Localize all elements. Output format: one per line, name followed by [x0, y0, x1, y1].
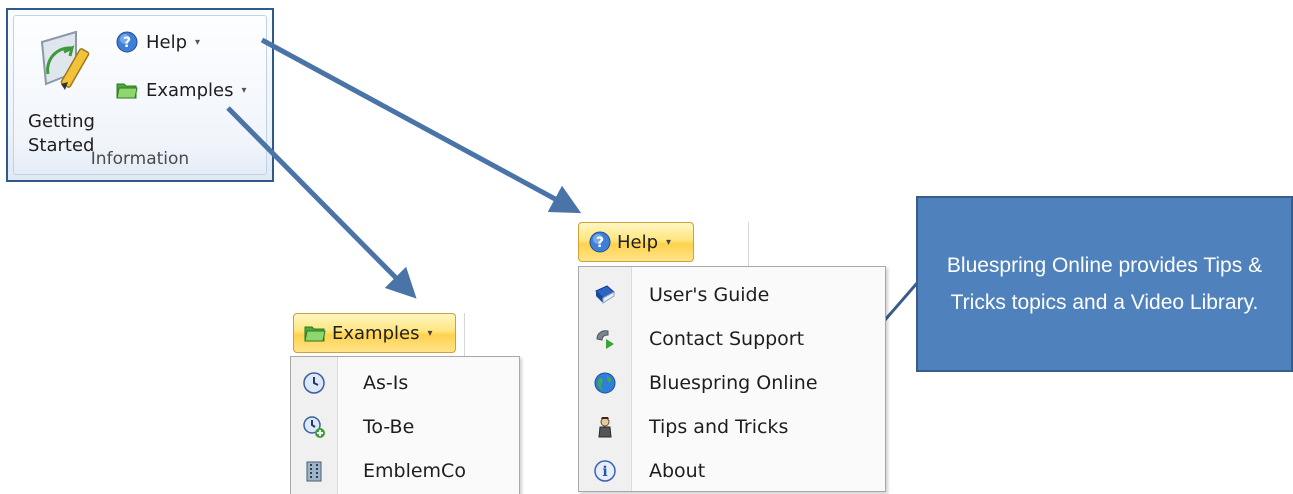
phone-icon: [596, 330, 614, 349]
menu-item-as-is[interactable]: As-Is: [291, 361, 519, 405]
examples-dropdown-menu: As-Is To-Be EmblemCo: [290, 356, 520, 494]
menu-item-contact-support[interactable]: Contact Support: [579, 317, 885, 361]
callout-text: Bluespring Online provides Tips & Tricks…: [946, 254, 1263, 314]
menu-item-label: Contact Support: [649, 328, 805, 350]
examples-ribbon-button[interactable]: Examples ▾: [116, 76, 247, 104]
chevron-down-icon: ▾: [427, 327, 433, 339]
menu-item-label: EmblemCo: [363, 460, 466, 482]
help-icon: ?: [116, 31, 138, 53]
folder-icon: [304, 326, 326, 342]
ribbon-separator: [464, 313, 465, 357]
person-icon: [598, 417, 612, 438]
building-icon: [306, 461, 322, 482]
ribbon-group-body: Getting Started ? Help ▾ Examples ▾ Info…: [13, 15, 267, 175]
menu-item-label: As-Is: [363, 372, 409, 394]
folder-icon: [116, 83, 138, 99]
menu-item-label: Bluespring Online: [649, 372, 818, 394]
help-menu-button-label: Help: [617, 231, 659, 253]
arrow-to-help-menu: [260, 37, 582, 214]
menu-item-label: User's Guide: [649, 284, 770, 306]
ribbon-group-information: Getting Started ? Help ▾ Examples ▾ Info…: [6, 8, 274, 182]
help-icon: ?: [589, 231, 611, 253]
svg-text:?: ?: [123, 35, 131, 51]
menu-item-to-be[interactable]: To-Be: [291, 405, 519, 449]
group-label: Information: [90, 149, 190, 169]
chevron-down-icon: ▾: [241, 84, 247, 96]
examples-ribbon-label: Examples: [146, 79, 234, 101]
ribbon-separator: [748, 222, 749, 266]
examples-menu-button-label: Examples: [332, 322, 420, 344]
callout-box: Bluespring Online provides Tips & Tricks…: [916, 196, 1293, 372]
clock-icon: [303, 372, 325, 394]
help-menu-button[interactable]: ? Help ▾: [578, 222, 694, 262]
menu-item-label: Tips and Tricks: [649, 416, 789, 438]
menu-item-about[interactable]: i About: [579, 449, 885, 493]
svg-text:i: i: [602, 464, 607, 480]
globe-icon: [594, 372, 616, 394]
info-icon: i: [594, 460, 616, 482]
menu-item-label: To-Be: [363, 416, 415, 438]
svg-text:?: ?: [596, 235, 604, 251]
getting-started-button[interactable]: Getting Started: [18, 24, 110, 156]
menu-item-bluespring-online[interactable]: Bluespring Online: [579, 361, 885, 405]
clock-add-icon: [303, 416, 325, 438]
menu-item-emblemco[interactable]: EmblemCo: [291, 449, 519, 493]
menu-item-users-guide[interactable]: User's Guide: [579, 273, 885, 317]
help-ribbon-label: Help: [146, 31, 188, 53]
getting-started-icon: [40, 30, 90, 90]
menu-item-tips-and-tricks[interactable]: Tips and Tricks: [579, 405, 885, 449]
help-ribbon-button[interactable]: ? Help ▾: [116, 28, 200, 56]
examples-menu-button[interactable]: Examples ▾: [293, 313, 456, 353]
chevron-down-icon: ▾: [195, 36, 201, 48]
help-dropdown-menu: User's Guide Contact Support Bluespring …: [578, 266, 886, 492]
menu-item-label: About: [649, 460, 706, 482]
book-icon: [595, 285, 615, 304]
chevron-down-icon: ▾: [666, 236, 672, 248]
